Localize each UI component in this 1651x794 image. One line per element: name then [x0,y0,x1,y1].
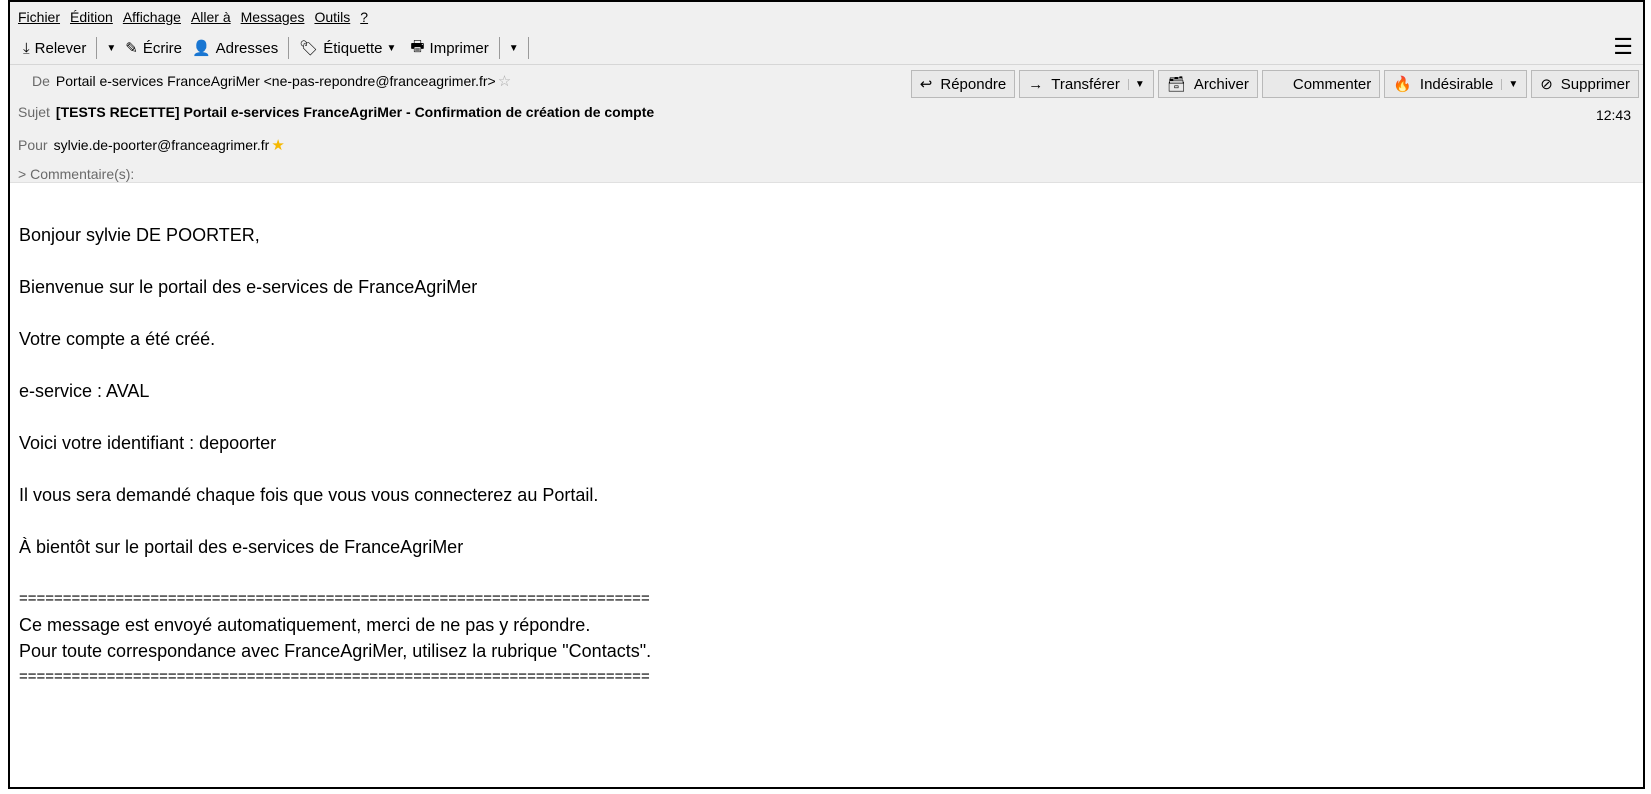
separator [96,37,98,59]
message-actions: ↩ Répondre → Transférer ▼ 🗃 Archiver Com… [907,70,1639,98]
from-row: De Portail e-services FranceAgriMer <ne-… [32,72,511,90]
menu-fichier[interactable]: Fichier [18,9,60,25]
separator-line: ========================================… [19,590,650,607]
comment-button[interactable]: Commenter [1261,70,1381,98]
relever-dropdown-icon[interactable]: ▼ [102,43,120,54]
tag-icon: 🏷 [299,40,319,57]
separator-line: ========================================… [19,668,650,685]
ecrire-button[interactable]: ✎ Écrire [120,35,187,61]
printer-icon: 🖶 [410,37,425,55]
comment-label: Commenter [1292,75,1372,93]
subject-label: Sujet [18,104,50,120]
greeting-line: Bonjour sylvie DE POORTER, [19,225,260,245]
relever-label: Relever [34,39,87,57]
mail-window: Fichier Édition Affichage Aller à Messag… [8,0,1645,789]
to-row: Pour sylvie.de-poorter@franceagrimer.fr … [18,136,285,154]
etiquette-button[interactable]: 🏷 Étiquette ▼ [294,35,405,61]
separator [288,37,290,59]
imprimer-button[interactable]: 🖶 Imprimer [405,35,493,61]
pencil-icon: ✎ [125,40,138,57]
menu-messages[interactable]: Messages [241,9,305,25]
forward-button[interactable]: → Transférer ▼ [1019,70,1154,98]
chevron-down-icon[interactable]: ▼ [1127,78,1145,90]
subject-value: [TESTS RECETTE] Portail e-services Franc… [55,104,655,120]
message-time: 12:43 [1595,107,1631,123]
menu-help[interactable]: ? [360,9,368,25]
hamburger-menu-icon[interactable]: ☰ [1613,36,1633,58]
menu-aller[interactable]: Aller à [191,9,231,25]
chevron-right-icon: > [18,166,27,182]
reply-label: Répondre [940,75,1007,93]
comments-label: Commentaire(s): [30,166,135,182]
from-label: De [32,73,50,89]
forward-label: Transférer [1051,75,1120,93]
from-value[interactable]: Portail e-services FranceAgriMer <ne-pas… [56,73,496,89]
reply-icon: ↩ [919,76,933,93]
arrow-right-icon: → [1028,75,1044,93]
menu-affichage[interactable]: Affichage [123,9,181,25]
message-header: De Portail e-services FranceAgriMer <ne-… [10,65,1643,183]
demande-line: Il vous sera demandé chaque fois que vou… [19,485,599,505]
archive-icon: 🗃 [1166,76,1186,93]
created-line: Votre compte a été créé. [19,329,216,349]
message-body: Bonjour sylvie DE POORTER, Bienvenue sur… [19,222,651,690]
to-label: Pour [18,137,48,153]
delete-label: Supprimer [1560,75,1630,93]
ecrire-label: Écrire [142,39,182,57]
service-line: e-service : AVAL [19,381,150,401]
star-outline-icon[interactable]: ☆ [498,72,511,90]
chevron-down-icon: ▼ [386,42,397,54]
main-toolbar: ⤓ Relever ▼ ✎ Écrire 👤 Adresses 🏷 Étique… [10,32,1643,65]
archive-label: Archiver [1193,75,1249,93]
bientot-line: À bientôt sur le portail des e-services … [19,537,464,557]
prohibited-icon: ⊘ [1540,76,1553,93]
auto-line: Ce message est envoyé automatiquement, m… [19,615,591,635]
star-filled-icon[interactable]: ★ [271,136,284,154]
menu-bar: Fichier Édition Affichage Aller à Messag… [10,2,1643,32]
archive-button[interactable]: 🗃 Archiver [1157,70,1258,98]
delete-button[interactable]: ⊘ Supprimer [1531,70,1639,98]
adresses-label: Adresses [215,39,279,57]
comments-toggle[interactable]: > Commentaire(s): [18,166,134,182]
imprimer-label: Imprimer [429,39,489,57]
imprimer-dropdown-icon[interactable]: ▼ [505,43,523,54]
subject-row: Sujet [TESTS RECETTE] Portail e-services… [18,104,654,120]
reply-button[interactable]: ↩ Répondre [910,70,1016,98]
junk-label: Indésirable [1419,75,1494,93]
separator [527,37,529,59]
adresses-button[interactable]: 👤 Adresses [187,35,283,61]
to-value[interactable]: sylvie.de-poorter@franceagrimer.fr [54,137,270,153]
separator [498,37,500,59]
welcome-line: Bienvenue sur le portail des e-services … [19,277,478,297]
menu-edition[interactable]: Édition [70,9,113,25]
relever-button[interactable]: ⤓ Relever [18,35,91,61]
chevron-down-icon[interactable]: ▼ [1501,78,1518,90]
identifiant-line: Voici votre identifiant : depoorter [19,433,277,453]
etiquette-label: Étiquette [323,39,383,57]
download-icon: ⤓ [23,39,30,57]
junk-button[interactable]: 🔥 Indésirable ▼ [1384,70,1528,98]
flame-icon: 🔥 [1393,76,1412,93]
contacts-line: Pour toute correspondance avec FranceAgr… [19,641,652,661]
menu-outils[interactable]: Outils [314,9,350,25]
person-icon: 👤 [191,40,211,57]
